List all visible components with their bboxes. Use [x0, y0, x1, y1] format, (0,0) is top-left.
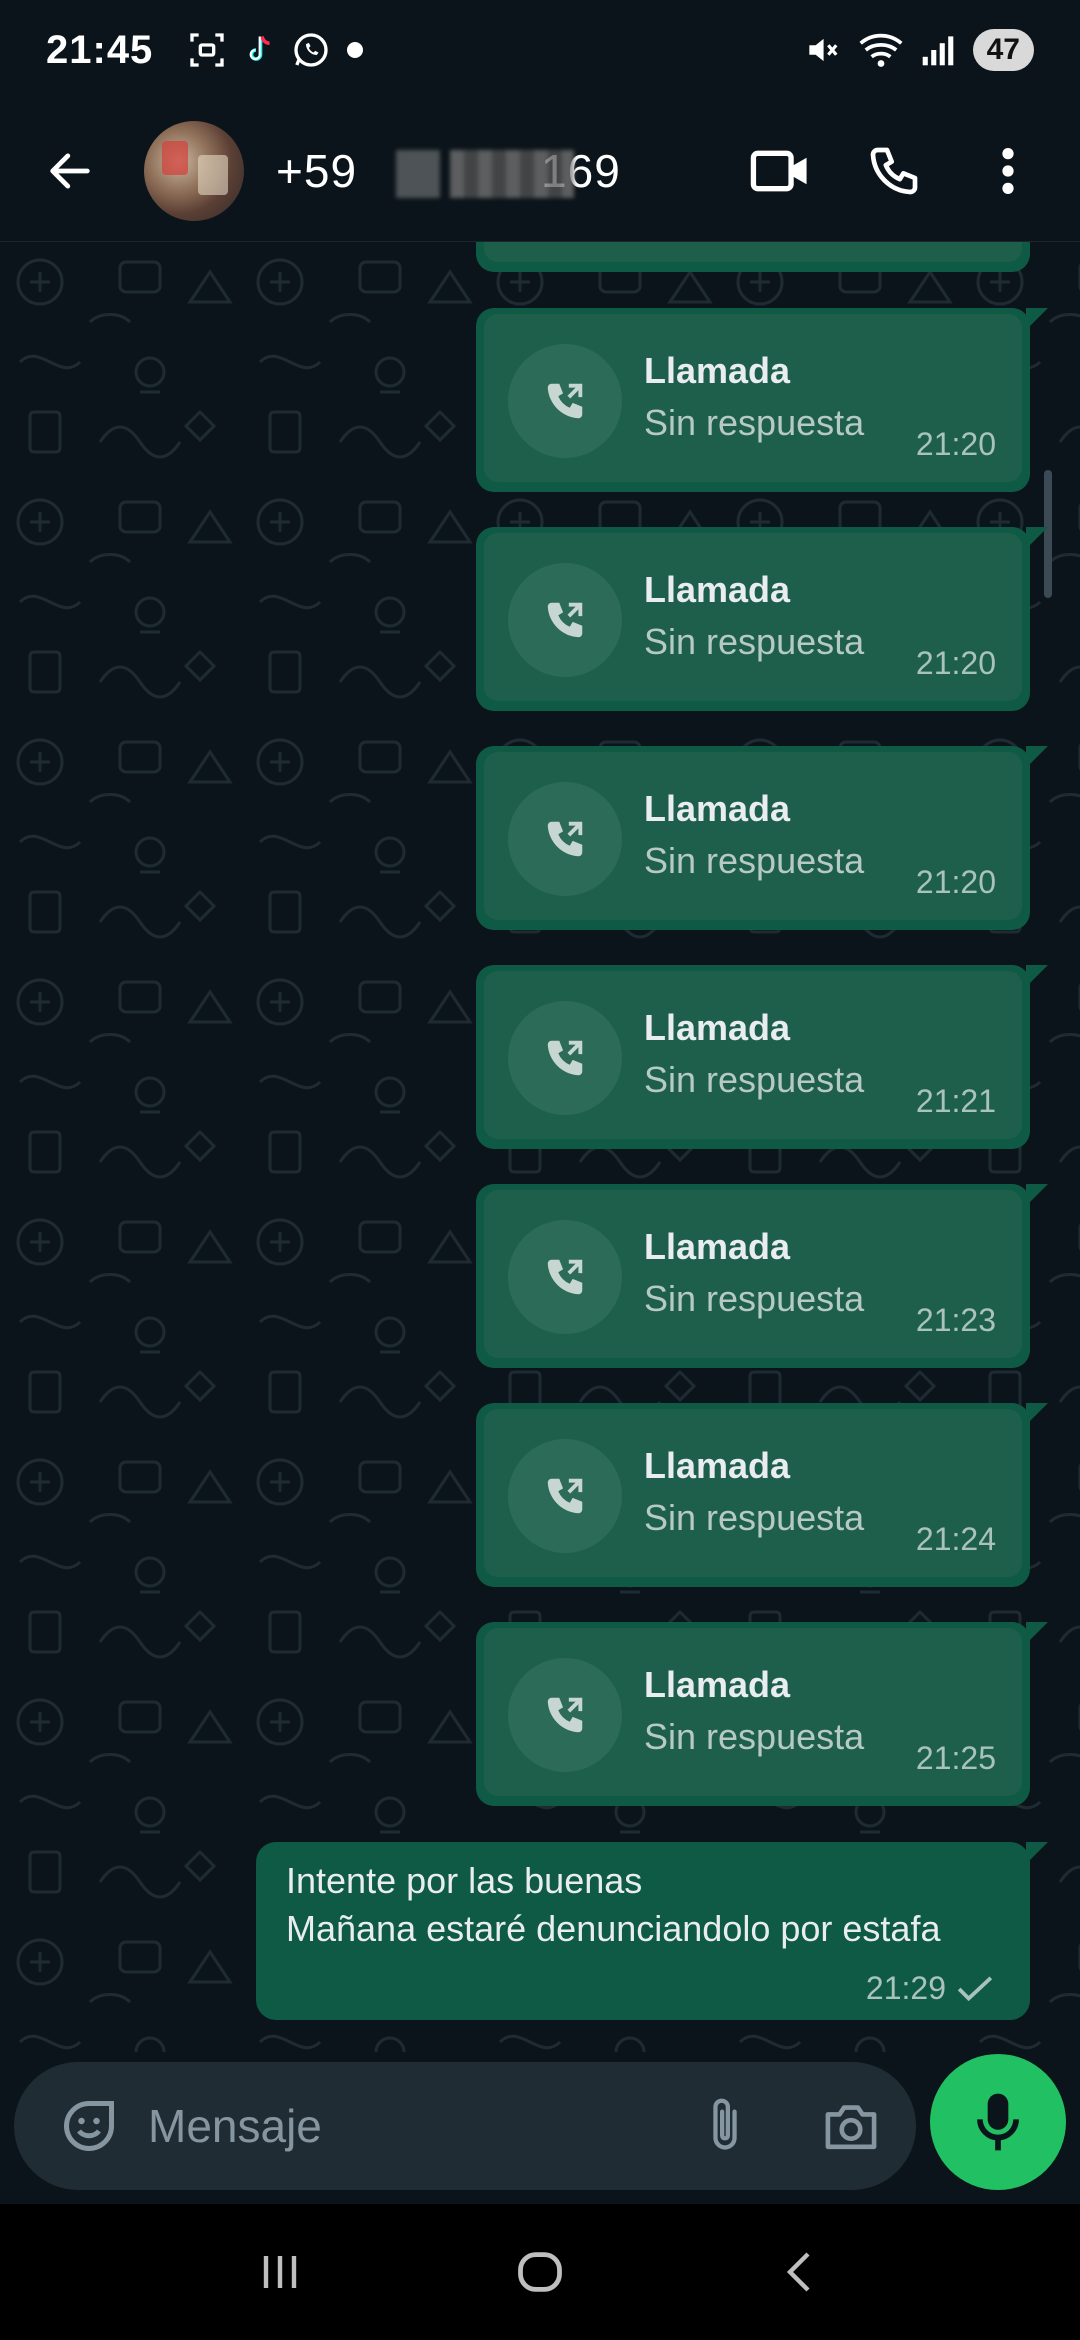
system-status: 47	[803, 29, 1034, 71]
call-title: Llamada	[644, 1664, 791, 1705]
call-time: 21:21	[915, 1083, 996, 1119]
call-message[interactable]: Llamada Sin respuesta 21:24	[476, 1403, 1048, 1587]
call-status: Sin respuesta	[644, 621, 865, 662]
message-composer	[14, 2062, 916, 2190]
single-check-icon	[957, 1976, 993, 2001]
status-bar: 21:45 47	[0, 0, 1080, 100]
call-time: 21:20	[915, 864, 996, 900]
back-button[interactable]	[30, 131, 110, 211]
notification-icons	[187, 30, 365, 70]
call-time: 21:20	[915, 426, 996, 462]
avatar[interactable]	[144, 120, 244, 221]
tiktok-icon	[250, 36, 270, 61]
redaction-blur	[396, 149, 440, 198]
message-meta: 21:29	[866, 1970, 994, 2007]
system-navigation-bar	[0, 2204, 1080, 2340]
message-text-line-1: Intente por las buenas	[286, 1860, 643, 1901]
camera-button[interactable]	[806, 2081, 896, 2171]
outgoing-message[interactable]: Intente por las buenas Mañana estaré den…	[256, 1842, 1048, 2020]
status-time: 21:45	[46, 27, 154, 72]
more-vert-icon	[1002, 147, 1014, 194]
home-button[interactable]	[480, 2222, 600, 2322]
screenshot-icon	[190, 33, 224, 67]
call-status: Sin respuesta	[644, 1497, 865, 1538]
recents-icon	[263, 2256, 297, 2288]
bubble-tail	[1026, 746, 1048, 768]
call-title: Llamada	[644, 569, 791, 610]
call-title: Llamada	[644, 1007, 791, 1048]
video-call-button[interactable]	[732, 123, 828, 219]
nav-back-button[interactable]	[740, 2222, 860, 2322]
voice-message-button[interactable]	[930, 2054, 1066, 2190]
chevron-left-icon	[786, 2252, 810, 2292]
bubble-tail	[1026, 1184, 1048, 1206]
partial-message-bubble[interactable]	[476, 242, 1030, 272]
call-time: 21:23	[915, 1302, 996, 1338]
sticker-button[interactable]	[44, 2081, 134, 2171]
camera-icon	[825, 2105, 877, 2150]
recents-button[interactable]	[220, 2222, 340, 2322]
attach-button[interactable]	[680, 2081, 770, 2171]
call-message[interactable]: Llamada Sin respuesta 21:20	[476, 746, 1048, 930]
attach-icon	[713, 2098, 737, 2150]
mute-icon	[808, 38, 838, 62]
mic-icon	[977, 2093, 1019, 2151]
phone-icon	[870, 147, 918, 194]
outgoing-call-icon[interactable]	[508, 1439, 622, 1553]
bubble-tail	[1026, 965, 1048, 987]
wifi-icon	[859, 33, 903, 67]
outgoing-call-icon[interactable]	[508, 563, 622, 677]
call-message[interactable]: Llamada Sin respuesta 21:25	[476, 1622, 1048, 1806]
back-arrow-icon	[50, 152, 90, 189]
contact-name[interactable]: +59 169	[276, 144, 621, 198]
sticker-icon	[64, 2101, 114, 2151]
message-time: 21:29	[865, 1970, 946, 2006]
more-options-button[interactable]	[960, 123, 1056, 219]
call-time: 21:20	[915, 645, 996, 681]
call-time: 21:25	[915, 1740, 996, 1776]
bubble-tail	[1026, 1403, 1048, 1425]
call-message[interactable]: Llamada Sin respuesta 21:23	[476, 1184, 1048, 1368]
message-text-line-2: Mañana estaré denunciandolo por estafa	[286, 1908, 941, 1949]
dot-icon	[347, 42, 364, 58]
contact-prefix: +59	[276, 144, 358, 197]
redaction-blur	[450, 149, 574, 198]
call-message[interactable]: Llamada Sin respuesta 21:20	[476, 527, 1048, 711]
outgoing-call-icon[interactable]	[508, 1658, 622, 1772]
outgoing-call-icon[interactable]	[508, 782, 622, 896]
bubble-tail	[1026, 308, 1048, 330]
call-time: 21:24	[915, 1521, 996, 1557]
call-message[interactable]: Llamada Sin respuesta 21:21	[476, 965, 1048, 1149]
bubble-tail	[1026, 527, 1048, 549]
call-status: Sin respuesta	[644, 402, 865, 443]
battery-indicator: 47	[972, 29, 1034, 71]
video-call-icon	[750, 150, 807, 191]
call-title: Llamada	[644, 788, 791, 829]
call-message[interactable]: Llamada Sin respuesta 21:20	[476, 308, 1048, 492]
call-status: Sin respuesta	[644, 1278, 865, 1319]
call-status: Sin respuesta	[644, 840, 865, 881]
bubble-tail	[1026, 1622, 1048, 1644]
home-icon	[518, 2252, 562, 2292]
outgoing-call-icon[interactable]	[508, 344, 622, 458]
call-status: Sin respuesta	[644, 1059, 865, 1100]
call-title: Llamada	[644, 350, 791, 391]
voice-call-button[interactable]	[846, 123, 942, 219]
whatsapp-icon	[294, 33, 328, 67]
signal-icon	[922, 36, 953, 66]
chat-header: +59 169	[0, 100, 1080, 242]
call-title: Llamada	[644, 1226, 791, 1267]
message-list[interactable]: Llamada Sin respuesta 21:20 Llamada Sin resp…	[0, 242, 1080, 2052]
call-title: Llamada	[644, 1445, 791, 1486]
header-actions	[714, 123, 1056, 219]
outgoing-call-icon[interactable]	[508, 1001, 622, 1115]
whatsapp-chat-screen: 21:45 47 +59 169 Llamada Sin respuesta 2…	[0, 0, 1080, 2340]
bubble-tail	[1026, 1842, 1048, 1864]
call-status: Sin respuesta	[644, 1716, 865, 1757]
outgoing-call-icon[interactable]	[508, 1220, 622, 1334]
message-input[interactable]	[148, 2099, 648, 2153]
